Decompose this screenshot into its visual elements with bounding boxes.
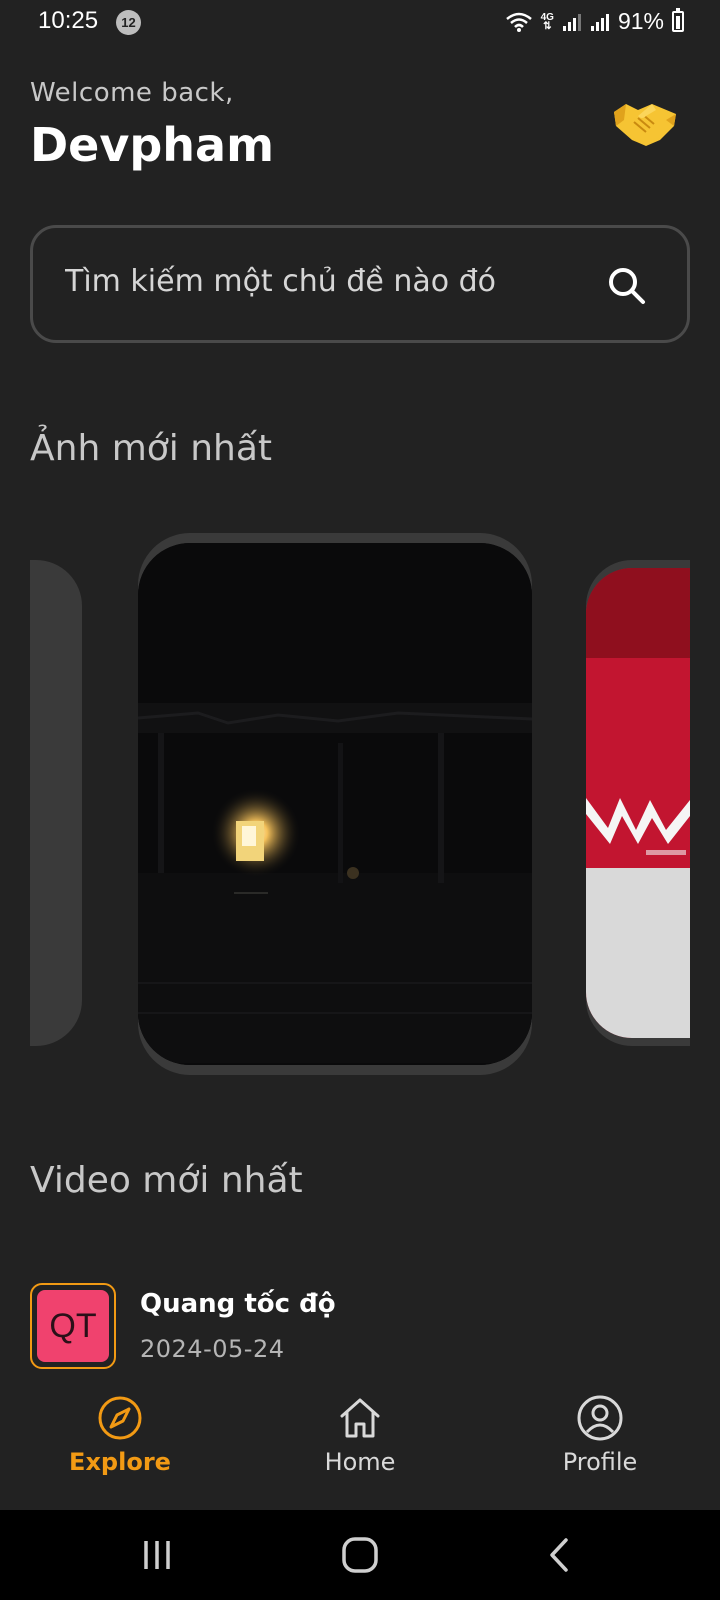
video-thumbnail-initials: QT bbox=[37, 1290, 109, 1362]
username: Devpham bbox=[30, 118, 275, 172]
status-bar: 10:25 12 4G ⇅ 91% bbox=[0, 0, 720, 46]
system-navigation-bar bbox=[0, 1510, 720, 1600]
photo-red-poster bbox=[586, 568, 690, 1038]
system-home-icon[interactable] bbox=[340, 1535, 380, 1575]
battery-icon bbox=[672, 8, 684, 32]
photos-section-title: Ảnh mới nhất bbox=[30, 428, 273, 469]
user-circle-icon bbox=[577, 1395, 623, 1441]
back-icon[interactable] bbox=[540, 1535, 580, 1575]
status-indicators: 4G ⇅ 91% bbox=[505, 8, 684, 35]
compass-icon bbox=[98, 1396, 142, 1440]
nav-item-profile[interactable]: Profile bbox=[500, 1378, 700, 1510]
video-thumbnail: QT bbox=[30, 1283, 116, 1369]
nav-label-home: Home bbox=[324, 1448, 396, 1476]
bottom-navigation: Explore Home Profile bbox=[0, 1378, 720, 1510]
handshake-icon bbox=[614, 104, 676, 146]
battery-percent: 91% bbox=[617, 8, 664, 34]
nav-label-explore: Explore bbox=[69, 1448, 171, 1476]
signal-icon-2 bbox=[590, 13, 609, 31]
nav-item-home[interactable]: Home bbox=[260, 1378, 460, 1510]
photo-night-scene bbox=[138, 543, 532, 1065]
photo-card-current[interactable] bbox=[138, 543, 532, 1065]
videos-section-title: Video mới nhất bbox=[30, 1160, 303, 1201]
video-list-item[interactable]: QT Quang tốc độ 2024-05-24 bbox=[30, 1283, 690, 1371]
status-time: 10:25 bbox=[38, 7, 99, 34]
wifi-icon bbox=[505, 12, 532, 32]
notification-count-badge: 12 bbox=[116, 10, 141, 35]
video-date: 2024-05-24 bbox=[140, 1335, 285, 1363]
data-arrows-icon: ⇅ bbox=[543, 20, 552, 32]
photo-card-next[interactable] bbox=[586, 568, 690, 1038]
nav-item-explore[interactable]: Explore bbox=[20, 1378, 220, 1510]
search-input[interactable] bbox=[65, 264, 605, 299]
photo-card-previous[interactable] bbox=[30, 560, 82, 1046]
search-box[interactable] bbox=[30, 225, 690, 343]
signal-icon-1 bbox=[562, 13, 581, 31]
video-title: Quang tốc độ bbox=[140, 1289, 336, 1319]
search-icon[interactable] bbox=[605, 264, 649, 308]
network-type: 4G ⇅ bbox=[541, 12, 554, 32]
nav-label-profile: Profile bbox=[562, 1448, 638, 1476]
recents-icon[interactable] bbox=[140, 1535, 180, 1575]
home-icon bbox=[340, 1398, 380, 1438]
welcome-text: Welcome back, bbox=[30, 78, 234, 108]
